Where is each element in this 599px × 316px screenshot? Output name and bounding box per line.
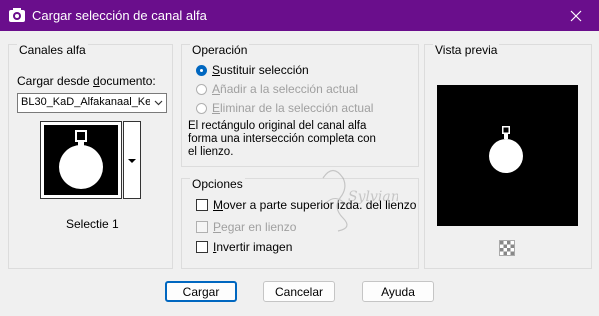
- cancel-button[interactable]: Cancelar: [263, 281, 335, 302]
- channel-dropdown-button[interactable]: [123, 121, 141, 199]
- invert-image-checkbox[interactable]: Invertir imagen: [196, 240, 292, 254]
- options-title: Opciones: [190, 177, 245, 191]
- load-button[interactable]: Cargar: [165, 281, 237, 302]
- chevron-down-icon: [150, 94, 166, 112]
- checkbox-box: [196, 199, 208, 211]
- channel-thumbnail-image: [44, 125, 118, 195]
- add-to-selection-radio[interactable]: Añadir a la selección actual: [196, 82, 358, 96]
- document-select-value: BL30_KaD_Alfakanaal_Ker: [21, 96, 155, 108]
- watermark: Sylviane: [318, 163, 408, 233]
- radio-label: Añadir a la selección actual: [212, 82, 359, 96]
- checkbox-label: Pegar en lienzo: [213, 220, 297, 234]
- paste-to-canvas-checkbox[interactable]: Pegar en lienzo: [196, 220, 296, 234]
- operation-title: Operación: [190, 43, 250, 57]
- checkerboard-icon: [500, 241, 514, 255]
- radio-indicator: [196, 64, 207, 76]
- document-select[interactable]: BL30_KaD_Alfakanaal_Ker: [17, 93, 167, 113]
- preview-image: [489, 126, 523, 173]
- checkbox-box: [196, 241, 208, 253]
- remove-from-selection-radio[interactable]: Eliminar de la selección actual: [196, 101, 373, 115]
- preview-zoom-button[interactable]: [499, 240, 515, 256]
- checkbox-box: [196, 221, 208, 233]
- help-button[interactable]: Ayuda: [362, 281, 434, 302]
- load-from-document-label: Cargar desde documento:: [17, 74, 156, 88]
- radio-indicator: [196, 102, 207, 114]
- replace-selection-radio[interactable]: Sustituir selección: [196, 63, 309, 77]
- channel-thumbnail[interactable]: [40, 121, 122, 199]
- watermark-graphic: Sylviane: [322, 169, 408, 232]
- checkbox-label: Invertir imagen: [213, 240, 293, 254]
- close-icon: [570, 10, 582, 21]
- preview-canvas: [437, 85, 578, 226]
- preview-title: Vista previa: [433, 43, 500, 57]
- camera-icon: [9, 8, 25, 22]
- alpha-channels-group: Canales alfa Cargar desde documento: BL3…: [8, 44, 173, 269]
- radio-label: Eliminar de la selección actual: [212, 101, 374, 115]
- radio-label: Sustituir selección: [212, 63, 309, 77]
- close-button[interactable]: [553, 0, 599, 31]
- title-bar: Cargar selección de canal alfa: [0, 0, 599, 31]
- preview-group: Vista previa: [424, 44, 592, 269]
- operation-group: Operación Sustituir selección Añadir a l…: [181, 44, 419, 167]
- triangle-down-icon: [128, 159, 136, 163]
- radio-indicator: [196, 83, 207, 95]
- alpha-channels-title: Canales alfa: [17, 43, 88, 57]
- selected-channel-name: Selectie 1: [66, 217, 119, 231]
- watermark-text: Sylviane: [348, 189, 398, 205]
- window-title: Cargar selección de canal alfa: [32, 8, 207, 23]
- operation-description: El rectángulo original del canal alfa fo…: [188, 120, 376, 158]
